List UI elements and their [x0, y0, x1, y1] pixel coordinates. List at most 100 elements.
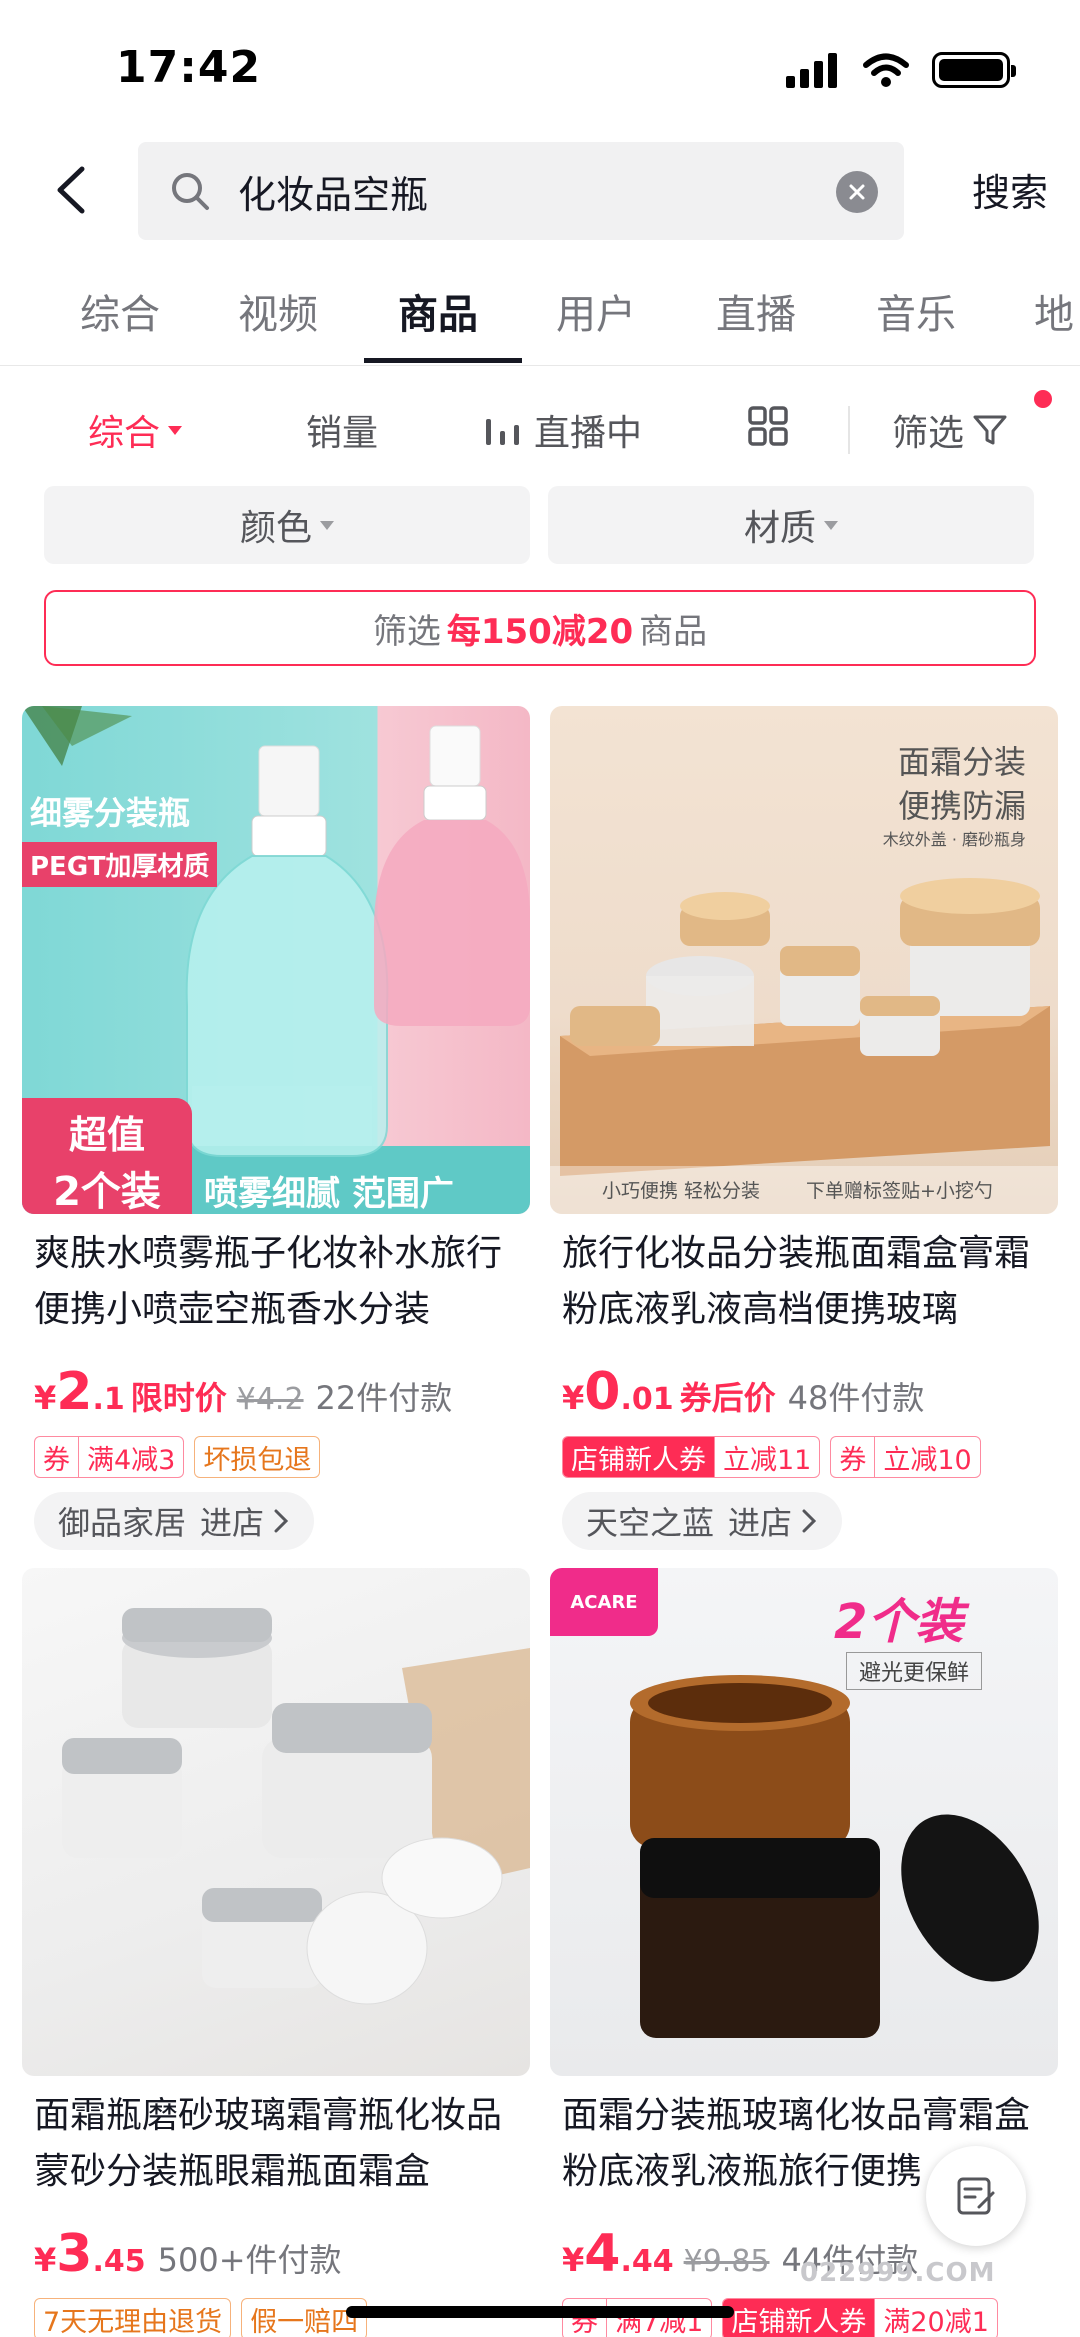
- coupon-value: 满7减1: [606, 2299, 711, 2337]
- price-decimal: .45: [92, 2244, 146, 2279]
- sort-live-label: 直播中: [534, 413, 643, 454]
- sold-count: 500+件付款: [157, 2241, 342, 2279]
- authenticity-badge: 假一赔四: [241, 2298, 368, 2337]
- filter-funnel-icon: [973, 415, 1007, 445]
- floating-edit-button[interactable]: [926, 2146, 1026, 2246]
- product-card[interactable]: 面霜瓶磨砂玻璃霜膏瓶化妆品蒙砂分装瓶眼霜瓶面霜盒 ¥ 3 .45 500+件付款…: [22, 1568, 534, 2337]
- clear-search-icon[interactable]: [836, 171, 878, 213]
- edit-note-icon: [957, 2177, 995, 2215]
- search-header: 化妆品空瓶 搜索: [0, 140, 1080, 240]
- image-caption-2: PEGT加厚材质: [22, 842, 218, 887]
- image-headline: 面霜分装 便携防漏: [898, 740, 1026, 828]
- status-time: 17:42: [116, 42, 262, 93]
- sort-live[interactable]: 直播中: [484, 404, 642, 456]
- active-tab-indicator: [364, 358, 522, 363]
- price-tag: 券后价: [679, 1379, 776, 1417]
- coupon-value: 满4减3: [78, 1437, 183, 1477]
- price-tag: 限时价: [130, 1379, 227, 1417]
- price-integer: 2: [56, 1362, 93, 1422]
- currency-symbol: ¥: [34, 1379, 57, 1417]
- frosted-jar-illustration: [62, 1608, 530, 2005]
- grid-view-icon: [748, 406, 788, 446]
- sort-comprehensive[interactable]: 综合: [88, 404, 183, 456]
- price-row: ¥ 3 .45 500+件付款: [22, 2224, 534, 2284]
- sold-count: 48件付款: [787, 1379, 925, 1417]
- product-image-frosted-jars[interactable]: [22, 1568, 530, 2076]
- filter-notification-dot: [1034, 390, 1052, 408]
- image-caption-2: 便携防漏: [897, 787, 1026, 825]
- brand-logo: ACARE: [550, 1568, 658, 1636]
- value-pack-line1: 超值: [68, 1113, 145, 1157]
- grid-view-toggle[interactable]: [748, 406, 788, 446]
- product-title[interactable]: 爽肤水喷雾瓶子化妆补水旅行便携小喷壶空瓶香水分装: [22, 1226, 534, 1338]
- product-image-cream-jars[interactable]: 面霜分装 便携防漏 木纹外盖 · 磨砂瓶身 小巧便携 轻松分装 下单赠标签贴+小…: [550, 706, 1058, 1214]
- original-price: ¥4.2: [236, 1382, 304, 1417]
- category-tabs: 综合 视频 商品 用户 直播 音乐 地: [0, 270, 1080, 366]
- image-caption-3: 避光更保鲜: [846, 1652, 983, 1690]
- product-card[interactable]: 面霜分装 便携防漏 木纹外盖 · 磨砂瓶身 小巧便携 轻松分装 下单赠标签贴+小…: [550, 706, 1062, 1550]
- image-caption-5: 下单赠标签贴+小挖勺: [806, 1180, 993, 1202]
- price-decimal: .44: [620, 2244, 674, 2279]
- product-title[interactable]: 旅行化妆品分装瓶面霜盒膏霜粉底液乳液高档便携玻璃: [550, 1226, 1062, 1338]
- color-filter-chip[interactable]: 颜色: [44, 486, 530, 564]
- coupon-value: 满20减1: [874, 2299, 997, 2337]
- home-indicator: [346, 2306, 734, 2318]
- tab-products[interactable]: 商品: [398, 282, 478, 340]
- cellular-signal-icon: [786, 53, 837, 88]
- image-caption-1: 细雾分装瓶: [30, 794, 191, 832]
- tab-music[interactable]: 音乐: [876, 282, 956, 340]
- image-caption-2: 2个装: [834, 1594, 964, 1650]
- wifi-icon: [863, 53, 909, 87]
- image-caption-3: 木纹外盖 · 磨砂瓶身: [882, 830, 1026, 849]
- value-pack-line2: 2个装: [53, 1169, 161, 1214]
- badge-row: 店铺新人券 立减11 券 立减10: [550, 1436, 1062, 1478]
- search-button[interactable]: 搜索: [972, 162, 1048, 217]
- product-title[interactable]: 面霜瓶磨砂玻璃霜膏瓶化妆品蒙砂分装瓶眼霜瓶面霜盒: [22, 2088, 534, 2200]
- coupon-badge: 券 立减10: [830, 1436, 981, 1478]
- back-button[interactable]: [40, 158, 104, 222]
- material-filter-chip[interactable]: 材质: [548, 486, 1034, 564]
- sold-count: 22件付款: [315, 1379, 453, 1417]
- tab-video[interactable]: 视频: [238, 282, 318, 340]
- currency-symbol: ¥: [34, 2241, 57, 2279]
- tab-comprehensive[interactable]: 综合: [80, 282, 160, 340]
- original-price: ¥9.85: [683, 2244, 770, 2279]
- tab-users[interactable]: 用户: [556, 282, 636, 340]
- coupon-badge: 券 满4减3: [34, 1436, 185, 1478]
- sort-divider: [848, 406, 850, 454]
- new-customer-coupon-badge: 店铺新人券 立减11: [562, 1436, 821, 1478]
- new-customer-coupon-badge: 店铺新人券 满20减1: [722, 2298, 998, 2337]
- product-image-amber-jars[interactable]: ACARE 2个装 避光更保鲜: [550, 1568, 1058, 2076]
- product-image-spray-bottles[interactable]: 细雾分装瓶 PEGT加厚材质 超值 2个装 喷雾细腻 范围广: [22, 706, 530, 1214]
- value-pack-badge: 超值 2个装: [22, 1098, 192, 1214]
- battery-icon: [932, 52, 1016, 88]
- promo-suffix: 商品: [639, 611, 708, 652]
- coupon-label: 券: [839, 1444, 867, 1476]
- tab-live[interactable]: 直播: [716, 282, 796, 340]
- sort-comprehensive-label: 综合: [88, 413, 161, 454]
- coupon-label: 券: [43, 1444, 70, 1476]
- filter-button[interactable]: 筛选: [892, 404, 1008, 456]
- price-row: ¥ 2 .1 限时价 ¥4.2 22件付款: [22, 1362, 534, 1422]
- live-bars-icon: [486, 419, 519, 445]
- search-input[interactable]: 化妆品空瓶: [138, 142, 904, 240]
- authenticity-label: 假一赔四: [250, 2306, 359, 2337]
- enter-shop-label: 进店: [728, 1504, 793, 1542]
- sort-sales[interactable]: 销量: [306, 404, 378, 456]
- shop-link[interactable]: 天空之蓝 进店: [562, 1492, 843, 1550]
- image-caption-1: 面霜分装: [897, 743, 1026, 781]
- coupon-value: 立减10: [874, 1437, 979, 1477]
- sort-bar: 综合 销量 直播中 筛选: [0, 390, 1080, 468]
- shop-name: 天空之蓝: [586, 1504, 715, 1542]
- watermark: 022999.COM: [800, 2258, 996, 2288]
- promo-prefix: 筛选: [372, 611, 441, 652]
- promo-filter-banner[interactable]: 筛选 每150减20 商品: [44, 590, 1036, 666]
- tab-location[interactable]: 地: [1034, 282, 1074, 340]
- material-filter-label: 材质: [743, 508, 816, 549]
- caret-down-icon: [320, 520, 334, 530]
- price-integer: 3: [56, 2224, 93, 2284]
- coupon-label: 店铺新人券: [563, 1437, 714, 1477]
- shop-link[interactable]: 御品家居 进店: [34, 1492, 315, 1550]
- caret-down-icon: [824, 520, 838, 530]
- product-card[interactable]: 细雾分装瓶 PEGT加厚材质 超值 2个装 喷雾细腻 范围广 爽肤水喷雾瓶子化妆…: [22, 706, 534, 1550]
